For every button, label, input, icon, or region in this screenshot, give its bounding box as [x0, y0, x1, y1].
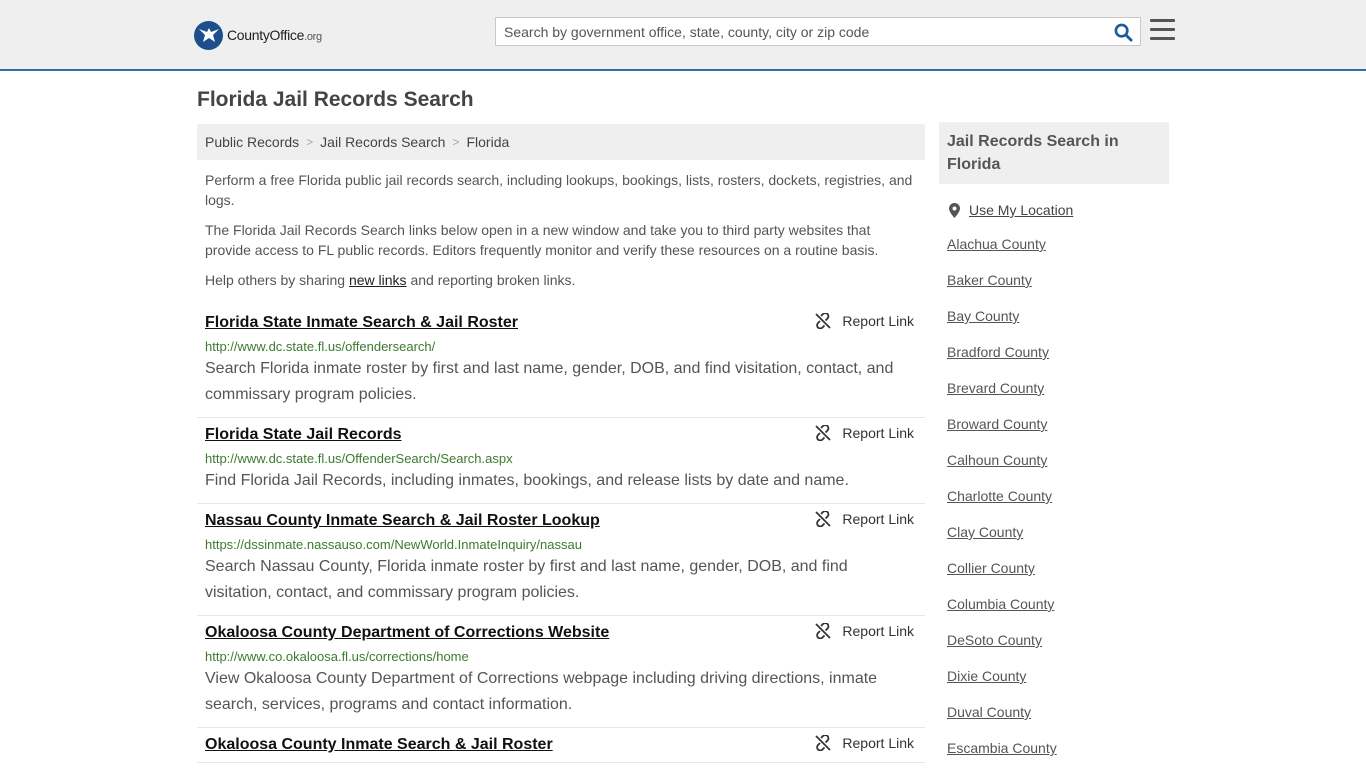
- sidebar-heading: Jail Records Search in Florida: [939, 122, 1169, 184]
- result-url[interactable]: https://dssinmate.nassauso.com/NewWorld.…: [205, 537, 917, 552]
- intro-paragraph-1: Perform a free Florida public jail recor…: [205, 172, 913, 208]
- broken-link-icon: [815, 735, 832, 751]
- list-item: Collier County: [939, 560, 1169, 596]
- county-link[interactable]: Bradford County: [947, 344, 1049, 360]
- result-description: Search Nassau County, Florida inmate ros…: [205, 558, 848, 601]
- county-link[interactable]: Broward County: [947, 416, 1047, 432]
- county-link[interactable]: Clay County: [947, 524, 1023, 540]
- results-list: Florida State Inmate Search & Jail Roste…: [197, 306, 925, 763]
- county-link[interactable]: Columbia County: [947, 596, 1054, 612]
- broken-link-icon: [815, 511, 832, 527]
- breadcrumb: Public Records > Jail Records Search > F…: [197, 124, 925, 160]
- county-link[interactable]: Collier County: [947, 560, 1035, 576]
- result-url[interactable]: http://www.dc.state.fl.us/offendersearch…: [205, 339, 917, 354]
- list-item: DeSoto County: [939, 632, 1169, 668]
- result-title-link[interactable]: Nassau County Inmate Search & Jail Roste…: [205, 513, 917, 529]
- result-item: Okaloosa County Inmate Search & Jail Ros…: [197, 728, 925, 763]
- search-icon[interactable]: [1112, 21, 1134, 43]
- county-link[interactable]: Escambia County: [947, 740, 1057, 756]
- result-description: View Okaloosa County Department of Corre…: [205, 670, 878, 713]
- list-item: Broward County: [939, 416, 1169, 452]
- result-item: Nassau County Inmate Search & Jail Roste…: [197, 504, 925, 616]
- result-url[interactable]: http://www.dc.state.fl.us/OffenderSearch…: [205, 451, 917, 466]
- top-bar: CountyOffice.org: [0, 0, 1366, 71]
- county-link[interactable]: Bay County: [947, 308, 1019, 324]
- county-link[interactable]: Calhoun County: [947, 452, 1047, 468]
- county-link[interactable]: Brevard County: [947, 380, 1044, 396]
- list-item: Charlotte County: [939, 488, 1169, 524]
- broken-link-icon: [815, 313, 832, 329]
- logo-text: CountyOffice.org: [227, 27, 322, 43]
- result-item: Okaloosa County Department of Correction…: [197, 616, 925, 728]
- broken-link-icon: [815, 623, 832, 639]
- breadcrumb-florida[interactable]: Florida: [466, 134, 509, 150]
- search-box: [495, 17, 1141, 46]
- result-title-link[interactable]: Florida State Jail Records: [205, 427, 917, 443]
- sidebar: Jail Records Search in Florida Use My Lo…: [939, 122, 1169, 776]
- list-item: Baker County: [939, 272, 1169, 308]
- hamburger-menu-icon[interactable]: [1150, 19, 1175, 43]
- list-item: Duval County: [939, 704, 1169, 740]
- report-link-button[interactable]: Report Link: [815, 313, 914, 329]
- list-item: Columbia County: [939, 596, 1169, 632]
- county-link[interactable]: Charlotte County: [947, 488, 1052, 504]
- result-title-link[interactable]: Florida State Inmate Search & Jail Roste…: [205, 315, 917, 331]
- county-link[interactable]: Dixie County: [947, 668, 1026, 684]
- result-title-link[interactable]: Okaloosa County Department of Correction…: [205, 625, 917, 641]
- list-item: Clay County: [939, 524, 1169, 560]
- broken-link-icon: [815, 425, 832, 441]
- breadcrumb-jail-records[interactable]: Jail Records Search: [320, 134, 445, 150]
- intro-paragraph-2: The Florida Jail Records Search links be…: [205, 222, 879, 258]
- result-description: Find Florida Jail Records, including inm…: [205, 472, 849, 489]
- use-location-row: Use My Location: [949, 202, 1169, 218]
- report-link-button[interactable]: Report Link: [815, 735, 914, 751]
- county-link[interactable]: Baker County: [947, 272, 1032, 288]
- result-item: Florida State Inmate Search & Jail Roste…: [197, 306, 925, 418]
- intro-paragraph-3: Help others by sharing new links and rep…: [205, 272, 576, 288]
- list-item: Calhoun County: [939, 452, 1169, 488]
- search-input[interactable]: [496, 18, 1096, 45]
- page-title: Florida Jail Records Search: [197, 88, 474, 111]
- county-link[interactable]: DeSoto County: [947, 632, 1042, 648]
- eagle-logo-icon: [194, 20, 223, 50]
- breadcrumb-public-records[interactable]: Public Records: [205, 134, 299, 150]
- breadcrumb-separator: >: [306, 135, 314, 149]
- list-item: Brevard County: [939, 380, 1169, 416]
- list-item: Alachua County: [939, 236, 1169, 272]
- county-link[interactable]: Alachua County: [947, 236, 1046, 252]
- result-title-link[interactable]: Okaloosa County Inmate Search & Jail Ros…: [205, 737, 917, 753]
- list-item: Bradford County: [939, 344, 1169, 380]
- list-item: Escambia County: [939, 740, 1169, 776]
- county-link[interactable]: Duval County: [947, 704, 1031, 720]
- report-link-button[interactable]: Report Link: [815, 511, 914, 527]
- county-list: Alachua County Baker County Bay County B…: [939, 236, 1169, 776]
- map-pin-icon: [949, 202, 960, 218]
- use-my-location-link[interactable]: Use My Location: [969, 202, 1073, 218]
- new-links-link[interactable]: new links: [349, 272, 407, 288]
- result-description: Search Florida inmate roster by first an…: [205, 360, 894, 403]
- list-item: Bay County: [939, 308, 1169, 344]
- breadcrumb-separator: >: [452, 135, 460, 149]
- report-link-button[interactable]: Report Link: [815, 623, 914, 639]
- report-link-button[interactable]: Report Link: [815, 425, 914, 441]
- result-url[interactable]: http://www.co.okaloosa.fl.us/corrections…: [205, 649, 917, 664]
- list-item: Dixie County: [939, 668, 1169, 704]
- result-item: Florida State Jail Records http://www.dc…: [197, 418, 925, 504]
- site-logo[interactable]: CountyOffice.org: [194, 20, 322, 50]
